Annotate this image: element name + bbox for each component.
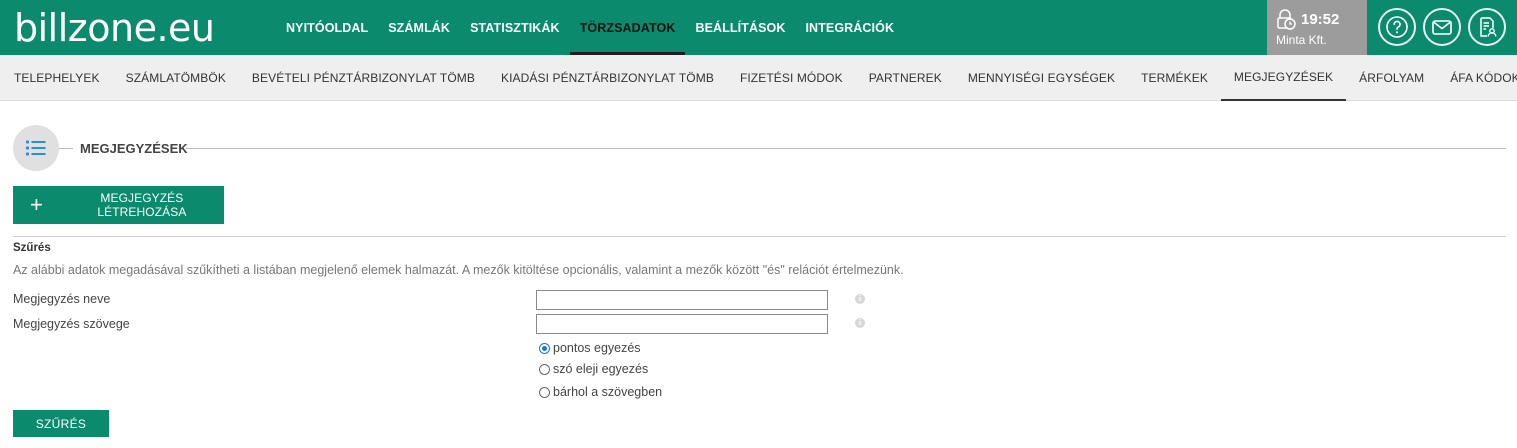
mail-button[interactable] [1423, 8, 1461, 46]
mail-icon [1432, 20, 1452, 35]
radio-button[interactable] [539, 386, 550, 398]
filter-submit-button[interactable]: SZŰRÉS [13, 410, 109, 437]
create-note-button[interactable]: + MEGJEGYZÉS LÉTREHOZÁSA [13, 186, 224, 224]
filter-title: Szűrés [13, 242, 51, 254]
sub-nav-beveteli-penztarbizonylat[interactable]: BEVÉTELI PÉNZTÁRBIZONYLAT TÖMB [239, 55, 488, 101]
sub-nav-termekek[interactable]: TERMÉKEK [1128, 55, 1221, 101]
note-name-label: Megjegyzés neve [13, 292, 111, 306]
main-nav-integraciok[interactable]: INTEGRÁCIÓK [795, 0, 904, 55]
session-company: Minta Kft. [1276, 33, 1327, 47]
sub-nav-telephelyek[interactable]: TELEPHELYEK [1, 55, 113, 101]
main-nav-szamlak[interactable]: SZÁMLÁK [378, 0, 460, 55]
note-text-input[interactable] [536, 314, 828, 334]
info-icon[interactable]: i [855, 318, 865, 328]
sub-nav-fizetesi-modok[interactable]: FIZETÉSI MÓDOK [727, 55, 856, 101]
help-button[interactable] [1378, 8, 1416, 46]
main-nav-torzsadatok[interactable]: TÖRZSADATOK [569, 0, 686, 55]
match-option-word-start[interactable]: szó eleji egyezés [539, 362, 648, 376]
help-icon [1386, 16, 1408, 38]
match-option-anywhere[interactable]: bárhol a szövegben [539, 385, 662, 399]
section-icon-circle [13, 125, 59, 171]
profile-document-button[interactable] [1468, 8, 1506, 46]
top-bar: billzone.eu NYITÓOLDAL SZÁMLÁK STATISZTI… [0, 0, 1517, 55]
sub-nav-megjegyzesek[interactable]: MEGJEGYZÉSEK [1220, 55, 1347, 101]
app-logo[interactable]: billzone.eu [14, 6, 215, 50]
radio-button[interactable] [539, 363, 550, 375]
session-time: 19:52 [1301, 11, 1340, 28]
radio-button-checked[interactable] [539, 342, 550, 354]
section-divider-left [59, 148, 73, 149]
plus-icon: + [29, 192, 43, 217]
list-icon [25, 140, 46, 156]
match-option-label: pontos egyezés [553, 341, 641, 355]
main-nav-beallitasok[interactable]: BEÁLLÍTÁSOK [685, 0, 795, 55]
document-user-icon [1480, 17, 1497, 37]
main-nav-nyitooldal[interactable]: NYITÓOLDAL [276, 0, 378, 55]
page-title: MEGJEGYZÉSEK [80, 141, 188, 156]
match-option-exact[interactable]: pontos egyezés [539, 341, 641, 355]
main-nav: NYITÓOLDAL SZÁMLÁK STATISZTIKÁK TÖRZSADA… [276, 0, 904, 55]
session-box[interactable]: 19:52 Minta Kft. [1267, 0, 1367, 55]
section-divider-right [186, 148, 1506, 149]
match-option-label: bárhol a szövegben [553, 385, 663, 399]
sub-nav-kiadasi-penztarbizonylat[interactable]: KIADÁSI PÉNZTÁRBIZONYLAT TÖMB [488, 55, 727, 101]
sub-nav-szamlatombok[interactable]: SZÁMLATÖMBÖK [113, 55, 239, 101]
sub-nav-partnerek[interactable]: PARTNEREK [856, 55, 955, 101]
note-text-label: Megjegyzés szövege [13, 317, 130, 331]
sub-nav-afa-kodok[interactable]: ÁFA KÓDOK [1437, 55, 1517, 101]
filter-divider [13, 236, 1506, 237]
sub-nav-mennyisegi-egysegek[interactable]: MENNYISÉGI EGYSÉGEK [955, 55, 1128, 101]
filter-description: Az alábbi adatok megadásával szűkítheti … [13, 263, 904, 277]
info-icon[interactable]: i [855, 294, 865, 304]
sub-nav: TELEPHELYEK SZÁMLATÖMBÖK BEVÉTELI PÉNZTÁ… [0, 55, 1517, 101]
match-option-label: szó eleji egyezés [553, 362, 649, 376]
lock-clock-icon [1277, 9, 1296, 30]
main-nav-statisztikak[interactable]: STATISZTIKÁK [460, 0, 570, 55]
header-actions [1367, 0, 1517, 55]
sub-nav-arfolyam[interactable]: ÁRFOLYAM [1346, 55, 1437, 101]
note-name-input[interactable] [536, 290, 828, 310]
create-note-label: MEGJEGYZÉS LÉTREHOZÁSA [97, 191, 187, 219]
